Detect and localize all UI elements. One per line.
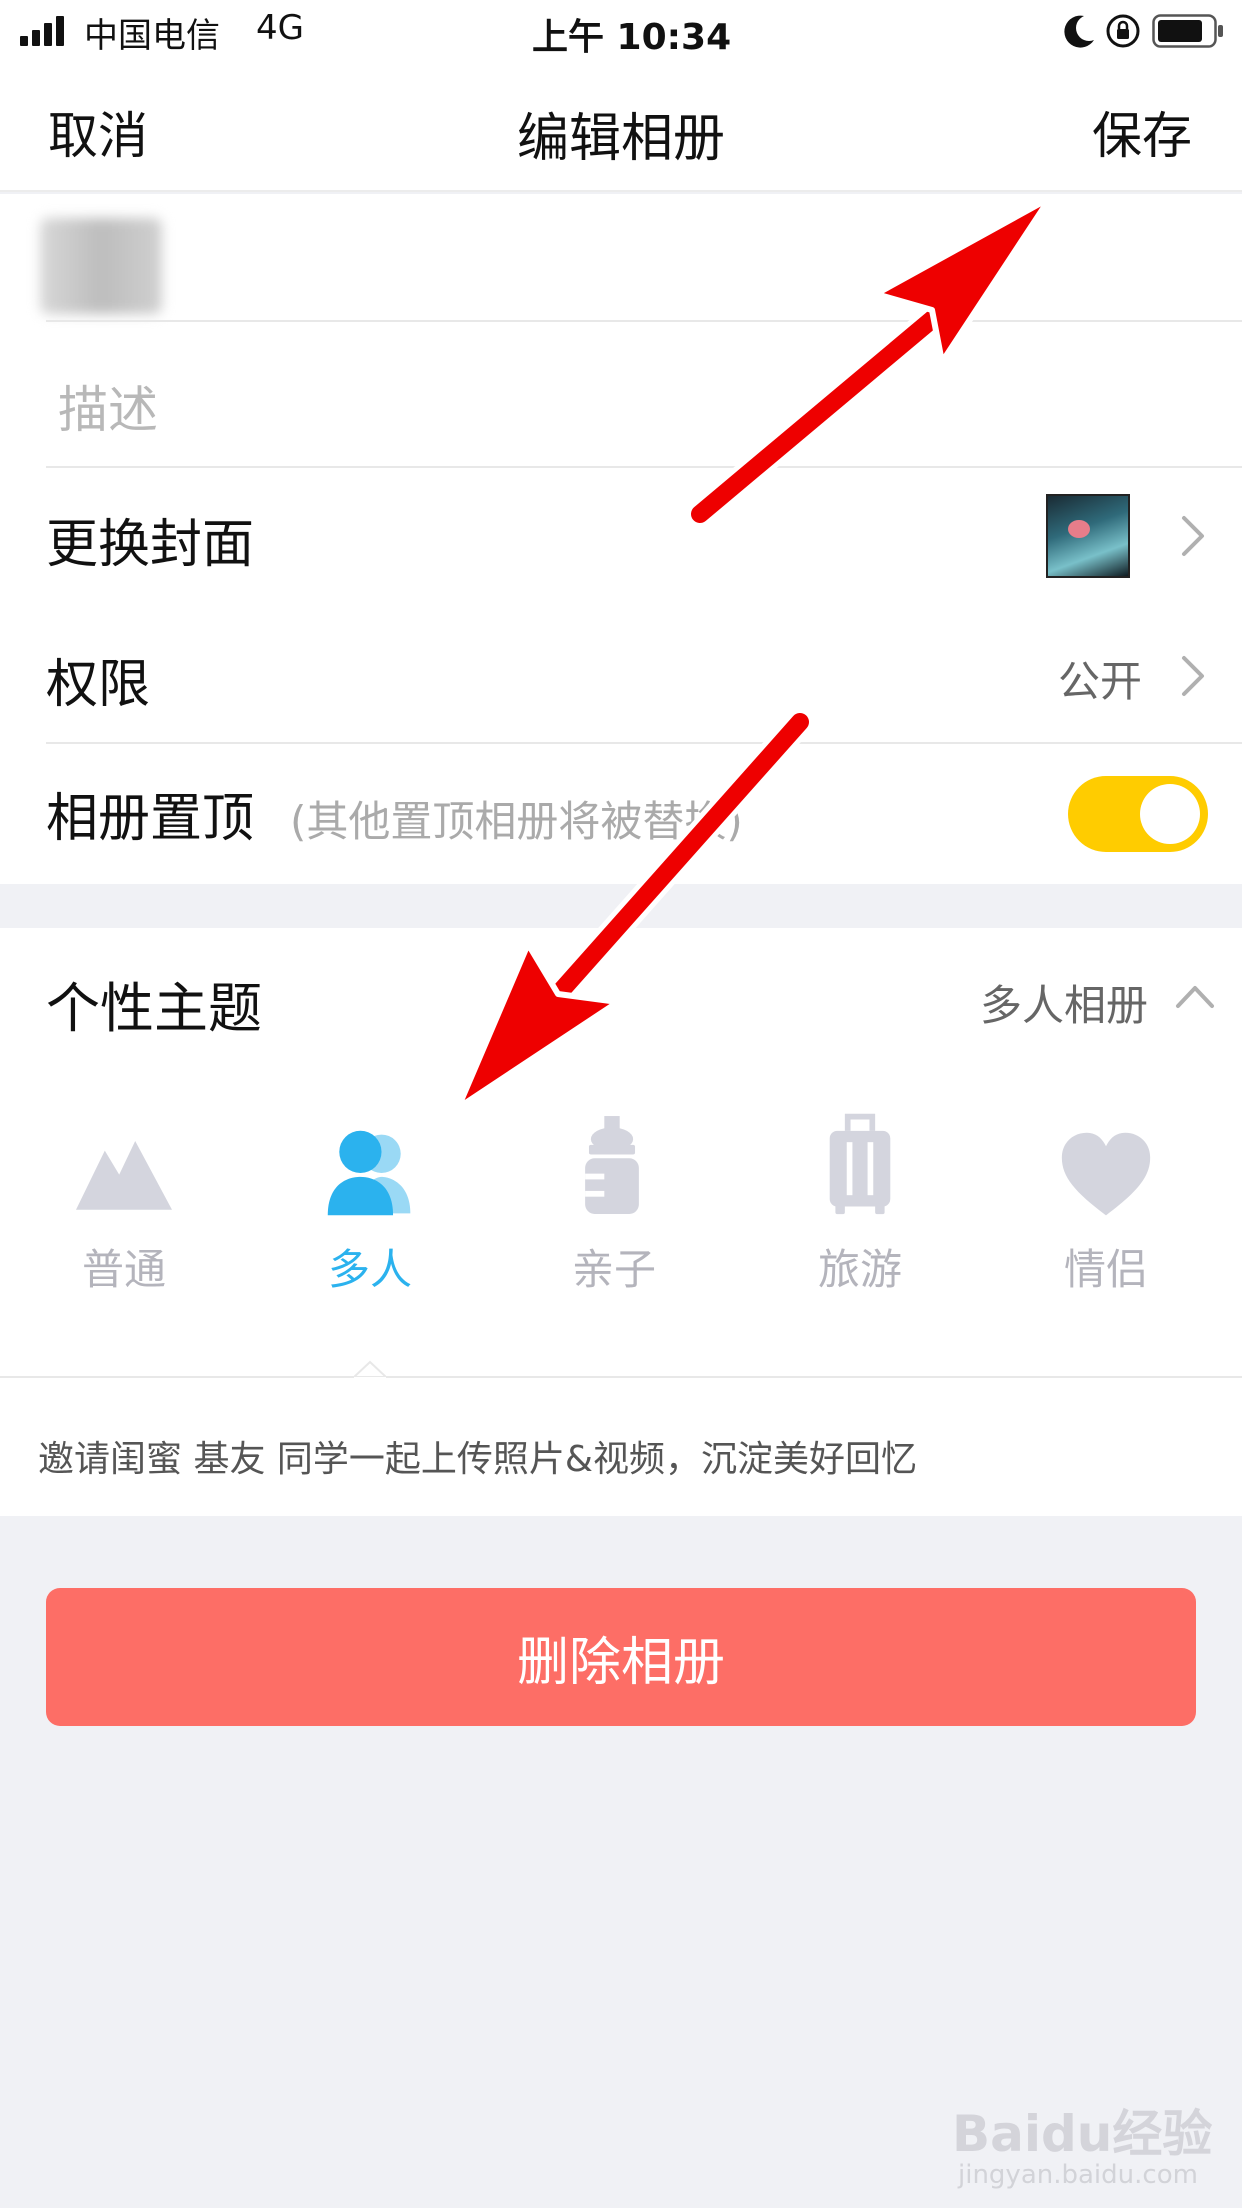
change-cover-label[interactable]: 更换封面	[46, 502, 254, 577]
carrier-name: 中国电信	[84, 16, 220, 56]
theme-option-label: 情侣	[1063, 1245, 1148, 1294]
rotation-lock-icon	[1106, 14, 1140, 48]
selection-pointer	[354, 1360, 386, 1392]
theme-option-label: 亲子	[571, 1245, 656, 1294]
luggage-icon	[829, 1113, 891, 1215]
theme-option-parent-child[interactable]	[564, 1112, 660, 1222]
album-name-input[interactable]	[40, 218, 162, 314]
chevron-right-icon	[1182, 656, 1204, 696]
pin-to-top-label: 相册置顶	[46, 789, 255, 849]
page-title: 编辑相册	[516, 109, 725, 169]
divider	[46, 466, 1242, 468]
description-input[interactable]: 描述	[58, 370, 158, 442]
theme-selected-value[interactable]: 多人相册	[980, 972, 1148, 1033]
chevron-up-icon[interactable]	[1174, 980, 1216, 1010]
moon-icon	[1064, 15, 1094, 48]
toggle-knob	[1140, 784, 1200, 844]
divider	[46, 742, 1242, 744]
theme-option-label: 普通	[81, 1245, 166, 1294]
baby-bottle-icon	[585, 1116, 639, 1214]
theme-option-multi[interactable]	[322, 1120, 418, 1230]
theme-option-normal[interactable]	[76, 1120, 172, 1230]
permission-label[interactable]: 权限	[46, 642, 150, 717]
divider	[0, 1376, 1242, 1378]
cover-thumbnail[interactable]	[1046, 494, 1130, 578]
battery-icon	[1152, 14, 1223, 48]
save-button[interactable]: 保存	[1092, 96, 1192, 168]
theme-description: 邀请闺蜜 基友 同学一起上传照片&视频，沉淀美好回忆	[38, 1439, 917, 1480]
theme-option-label: 多人	[327, 1245, 412, 1294]
theme-option-travel[interactable]	[812, 1110, 908, 1220]
mountain-icon	[76, 1141, 172, 1210]
pin-to-top-hint: (其他置顶相册将被替换)	[290, 797, 743, 846]
cover-thumbnail-detail	[1068, 520, 1090, 538]
signal-icon	[20, 16, 64, 46]
watermark-brand: Baidu经验	[952, 2105, 1213, 2163]
theme-option-couple[interactable]	[1058, 1122, 1154, 1232]
theme-label: 个性主题	[46, 977, 262, 1040]
people-icon	[327, 1130, 411, 1216]
heart-icon	[1061, 1132, 1151, 1216]
theme-option-label: 旅游	[817, 1245, 902, 1294]
watermark-url: jingyan.baidu.com	[958, 2160, 1198, 2190]
divider	[46, 320, 1242, 322]
network-type: 4G	[256, 8, 304, 48]
delete-album-button[interactable]: 删除相册	[46, 1588, 1196, 1726]
chevron-right-icon	[1182, 516, 1204, 556]
permission-value[interactable]: 公开	[1058, 648, 1142, 709]
status-time: 上午 10:34	[532, 17, 732, 58]
